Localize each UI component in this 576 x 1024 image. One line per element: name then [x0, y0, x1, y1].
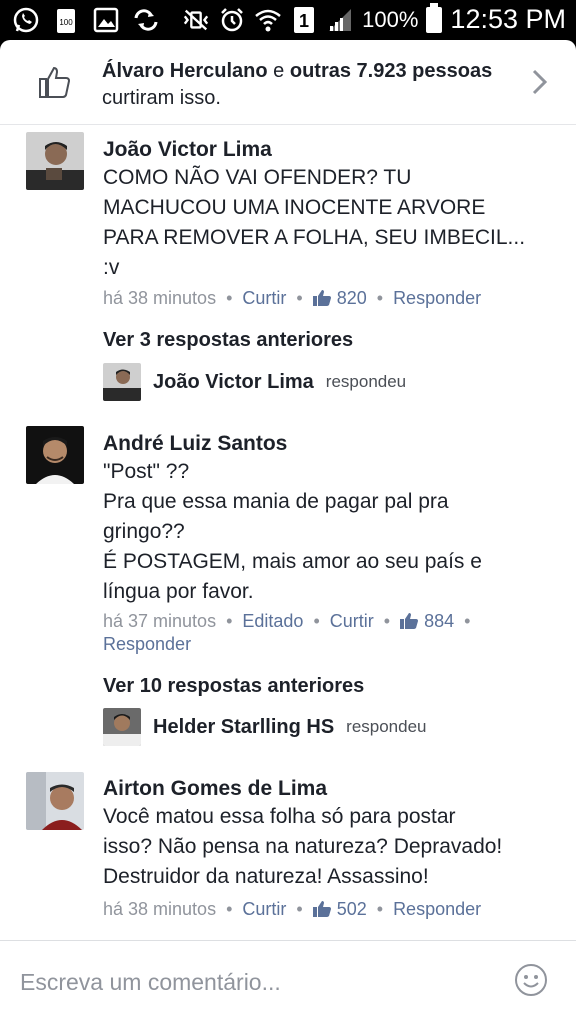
like-button[interactable]: Curtir [242, 899, 286, 919]
gallery-icon [92, 6, 120, 34]
comment-author[interactable]: Airton Gomes de Lima [103, 777, 327, 801]
reply-avatar [103, 708, 141, 746]
comment-composer [0, 940, 576, 1024]
reply-preview[interactable]: Helder Starlling HS respondeu [103, 708, 427, 746]
chevron-right-icon[interactable] [530, 68, 550, 96]
comments-sheet: Álvaro Herculano e outras 7.923 pessoas … [0, 40, 576, 1024]
like-count-icon [400, 612, 419, 629]
comment-author[interactable]: João Victor Lima [103, 138, 272, 162]
avatar[interactable] [26, 772, 84, 830]
comment-text: Você matou essa folha só para postar iss… [103, 805, 503, 888]
whatsapp-icon [12, 6, 40, 34]
sim-icon: 1 [290, 6, 318, 34]
status-bar: 100 1 100% 12:53 PM [0, 0, 576, 40]
clock: 12:53 PM [450, 4, 566, 34]
mute-vibrate-icon [182, 6, 210, 34]
comment-meta: há 38 minutos • Curtir • 820 • Responder [103, 288, 482, 308]
comment-meta: há 38 minutos • Curtir • 502 • Responder [103, 899, 482, 919]
likes-summary[interactable]: Álvaro Herculano e outras 7.923 pessoas … [0, 40, 576, 125]
edited-label[interactable]: Editado [242, 611, 303, 631]
likes-text: Álvaro Herculano e outras 7.923 pessoas … [102, 58, 522, 112]
like-count[interactable]: 884 [424, 611, 454, 631]
reply-author: João Victor Lima [153, 370, 314, 393]
reply-author: Helder Starlling HS [153, 715, 335, 738]
like-button[interactable]: Curtir [330, 611, 374, 631]
likes-connector: e [267, 60, 290, 82]
avatar[interactable] [26, 426, 84, 484]
like-count[interactable]: 820 [337, 288, 367, 308]
reply-button[interactable]: Responder [393, 899, 481, 919]
comment-meta: há 37 minutos • Editado • Curtir • 884 • Respond… [103, 611, 471, 654]
like-count-icon [312, 289, 331, 306]
view-previous-replies[interactable]: Ver 10 respostas anteriores [103, 675, 364, 698]
like-count[interactable]: 502 [337, 899, 367, 919]
comment-time[interactable]: há 38 minutos [103, 288, 216, 308]
liker-name: Álvaro Herculano [102, 60, 268, 82]
like-button[interactable]: Curtir [242, 288, 286, 308]
likes-suffix: curtiram isso. [102, 87, 221, 109]
reply-button[interactable]: Responder [393, 288, 481, 308]
reply-avatar [103, 363, 141, 401]
reply-preview[interactable]: João Victor Lima respondeu [103, 363, 406, 401]
reply-verb: respondeu [325, 372, 407, 391]
sync-icon [132, 6, 160, 34]
reply-button[interactable]: Responder [103, 634, 191, 654]
view-previous-replies[interactable]: Ver 3 respostas anteriores [103, 329, 353, 352]
likes-others: outras 7.923 pessoas [289, 60, 493, 82]
comment-input[interactable] [18, 961, 502, 1003]
avatar[interactable] [26, 132, 84, 190]
wifi-icon [254, 6, 282, 34]
comment-text: "Post" ?? Pra que essa mania de pagar pa… [103, 460, 482, 603]
svg-text:1: 1 [299, 11, 309, 31]
emoji-icon[interactable] [514, 963, 548, 997]
comment-text: COMO NÃO VAI OFENDER? TU MACHUCOU UMA IN… [103, 166, 526, 279]
signal-icon [326, 6, 354, 34]
comment-time[interactable]: há 38 minutos [103, 899, 216, 919]
alarm-icon [218, 6, 246, 34]
battery-saver-icon: 100 [52, 6, 80, 34]
like-count-icon [312, 900, 331, 917]
thumbs-up-icon [36, 64, 72, 100]
comment-time[interactable]: há 37 minutos [103, 611, 216, 631]
svg-text:100: 100 [59, 18, 73, 27]
comment-author[interactable]: André Luiz Santos [103, 432, 287, 456]
battery-icon [426, 2, 443, 33]
reply-verb: respondeu [346, 717, 427, 736]
battery-percent: 100% [362, 6, 419, 32]
